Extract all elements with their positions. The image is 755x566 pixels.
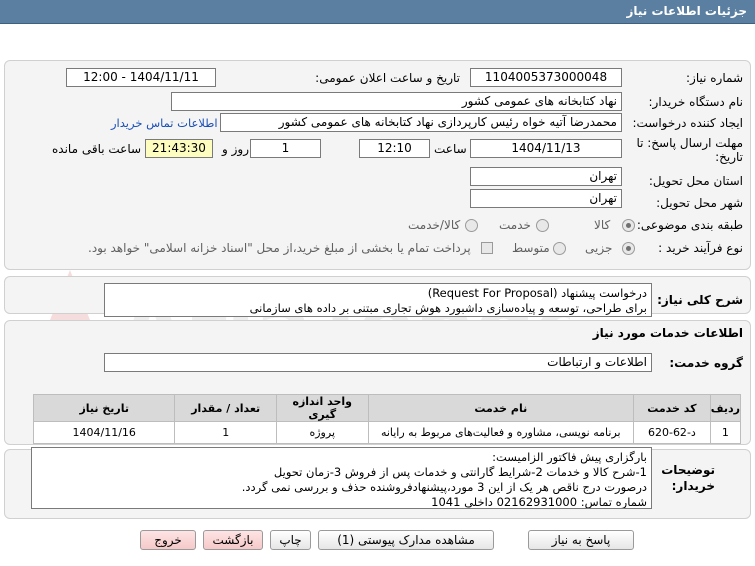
remaining-time-field: 21:43:30: [145, 139, 213, 158]
exit-button[interactable]: خروج: [140, 530, 196, 550]
process-type-label: نوع فرآیند خرید :: [658, 241, 743, 255]
category-radio-goods[interactable]: [622, 219, 635, 232]
deadline-date-label: تاریخ:: [715, 150, 743, 164]
cell-code: د-62-620: [632, 421, 711, 444]
print-button[interactable]: چاپ: [270, 530, 311, 550]
reply-button[interactable]: پاسخ به نیاز: [528, 530, 634, 550]
buyer-notes-line: بارگزاری پیش فاکتور الزامیست:: [492, 450, 647, 464]
back-button[interactable]: بازگشت: [203, 530, 263, 550]
buyer-contact-link[interactable]: اطلاعات تماس خریدار: [111, 116, 218, 130]
description-line-2: برای طراحی، توسعه و پیاده‌سازی داشبورد ه…: [249, 301, 647, 315]
category-radio-goods-service[interactable]: [465, 219, 478, 232]
cell-unit: پروژه: [275, 421, 369, 444]
cell-name: برنامه نویسی، مشاوره و فعالیت‌های مربوط …: [367, 421, 634, 444]
process-radio-minor[interactable]: [622, 242, 635, 255]
page-title: جزئیات اطلاعات نیاز: [626, 4, 747, 18]
col-date: تاریخ نیاز: [32, 394, 176, 422]
col-qty: تعداد / مقدار: [174, 394, 277, 422]
attachments-button[interactable]: مشاهده مدارک پیوستی (1): [318, 530, 494, 550]
category-radio-service[interactable]: [536, 219, 549, 232]
deadline-time-field: 12:10: [359, 139, 430, 158]
table-row: 1 د-62-620 برنامه نویسی، مشاوره و فعالیت…: [32, 421, 742, 444]
col-row: ردیف: [709, 394, 742, 422]
page-header: جزئیات اطلاعات نیاز: [0, 0, 755, 24]
cell-qty: 1: [174, 421, 277, 444]
description-line-1: درخواست پیشنهاد (Request For Proposal): [427, 286, 647, 300]
col-code: کد خدمت: [632, 394, 711, 422]
treasury-payment-note: پرداخت تمام یا بخشی از مبلغ خرید،از محل …: [88, 241, 471, 255]
need-number-label: شماره نیاز:: [686, 71, 743, 85]
buyer-notes-line: درصورت درج ناقص هر یک از این 3 مورد،پیشن…: [241, 480, 647, 494]
service-group-field: اطلاعات و ارتباطات: [104, 353, 652, 372]
description-label: شرح کلی نیاز:: [657, 293, 743, 307]
buyer-org-field: نهاد کتابخانه های عمومی کشور: [171, 92, 622, 111]
deadline-time-label: ساعت: [434, 142, 467, 156]
deadline-date-field: 1404/11/13: [470, 139, 622, 158]
cell-row: 1: [709, 421, 742, 444]
province-label: استان محل تحویل:: [648, 174, 743, 188]
city-field: تهران: [470, 189, 622, 208]
buyer-notes-line: 1-شرح کالا و خدمات 2-شرایط گارانتی و خدم…: [273, 465, 647, 479]
buyer-notes-label-2: خریدار:: [671, 479, 715, 493]
treasury-payment-checkbox[interactable]: [481, 242, 493, 254]
process-option-minor: جزیی: [585, 241, 613, 255]
col-unit: واحد اندازه گیری: [275, 394, 369, 422]
buyer-notes-label-1: توضیحات: [661, 463, 715, 477]
description-text: درخواست پیشنهاد (Request For Proposal) ب…: [104, 283, 652, 317]
services-table: ردیف کد خدمت نام خدمت واحد اندازه گیری ت…: [32, 394, 742, 444]
buyer-org-label: نام دستگاه خریدار:: [648, 95, 744, 109]
days-remaining-field: 1: [250, 139, 321, 158]
process-option-medium: متوسط: [512, 241, 550, 255]
process-radio-medium[interactable]: [553, 242, 566, 255]
services-section-title: اطلاعات خدمات مورد نیاز: [592, 326, 743, 340]
days-label: روز و: [222, 142, 249, 156]
col-name: نام خدمت: [367, 394, 634, 422]
creator-field: محمدرضا آتیه خواه رئیس کارپردازی نهاد کت…: [220, 113, 622, 132]
category-option-goods: کالا: [594, 218, 611, 232]
announce-date-label: تاریخ و ساعت اعلان عمومی:: [315, 71, 460, 85]
remaining-time-label: ساعت باقی مانده: [52, 142, 142, 156]
province-field: تهران: [470, 167, 622, 186]
category-option-goods-service: کالا/خدمت: [408, 218, 461, 232]
need-number-field: 1104005373000048: [470, 68, 622, 87]
city-label: شهر محل تحویل:: [656, 196, 743, 210]
category-option-service: خدمت: [499, 218, 531, 232]
deadline-label: مهلت ارسال پاسخ: تا: [636, 136, 743, 150]
category-label: طبقه بندی موضوعی:: [636, 218, 743, 232]
service-group-label: گروه خدمت:: [669, 356, 743, 370]
announce-date-field: 1404/11/11 - 12:00: [66, 68, 216, 87]
creator-label: ایجاد کننده درخواست:: [632, 116, 743, 130]
buyer-notes-text: بارگزاری پیش فاکتور الزامیست: 1-شرح کالا…: [31, 447, 652, 509]
buyer-notes-line: شماره تماس: 02162931000 داخلی 1041: [431, 495, 647, 509]
cell-date: 1404/11/16: [32, 421, 176, 444]
